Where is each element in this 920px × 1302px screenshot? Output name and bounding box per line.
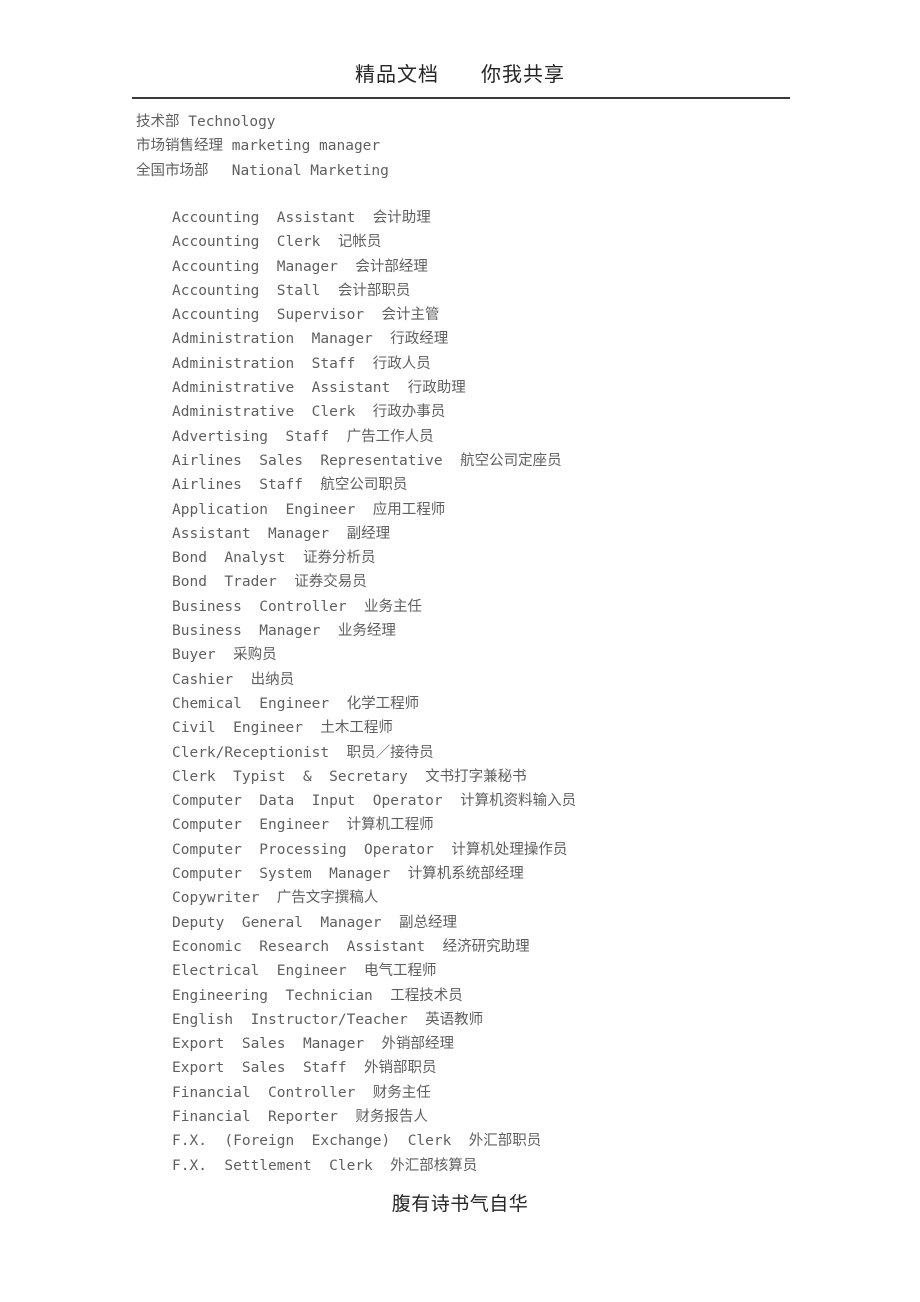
job-title-line: Administration Staff 行政人员 [172,355,431,372]
job-title-line: Export Sales Manager 外销部经理 [172,1036,455,1053]
page-footer: 腹有诗书气自华 [0,1192,920,1218]
job-title-line: Deputy General Manager 副总经理 [172,914,457,931]
job-title-line: Advertising Staff 广告工作人员 [172,428,434,445]
intro-line: 市场销售经理 marketing manager [136,138,381,155]
job-title-line: Copywriter 广告文字撰稿人 [172,890,379,907]
job-title-line: Business Manager 业务经理 [172,623,396,640]
header-divider [132,97,790,99]
header-title: 精品文档 你我共享 [355,64,565,86]
job-title-line: Engineering Technician 工程技术员 [172,987,463,1004]
job-title-line: Accounting Clerk 记帐员 [172,234,382,251]
job-title-line: Computer Data Input Operator 计算机资料输入员 [172,793,577,810]
job-title-line: F.X. Settlement Clerk 外汇部核算员 [172,1157,478,1174]
job-title-line: Financial Controller 财务主任 [172,1084,431,1101]
job-title-line: Bond Trader 证券交易员 [172,574,367,591]
job-title-line: Airlines Staff 航空公司职员 [172,477,408,494]
job-title-line: Accounting Manager 会计部经理 [172,258,428,275]
page-header: 精品文档 你我共享 [0,62,920,88]
footer-title: 腹有诗书气自华 [391,1194,529,1215]
job-title-line: Buyer 采购员 [172,647,277,664]
job-title-line: Civil Engineer 土木工程师 [172,720,393,737]
job-title-line: Assistant Manager 副经理 [172,525,391,542]
job-title-line: Computer System Manager 计算机系统部经理 [172,866,524,883]
job-title-line: Chemical Engineer 化学工程师 [172,695,420,712]
intro-block: 技术部 Technology 市场销售经理 marketing manager 全国… [136,110,836,183]
job-title-line: Administrative Clerk 行政办事员 [172,404,446,421]
job-title-line: Computer Engineer 计算机工程师 [172,817,434,834]
job-title-line: Cashier 出纳员 [172,671,295,688]
job-title-line: Electrical Engineer 电气工程师 [172,963,437,980]
job-title-line: Financial Reporter 财务报告人 [172,1108,428,1125]
job-title-line: Economic Research Assistant 经济研究助理 [172,938,530,955]
job-title-line: English Instructor/Teacher 英语教师 [172,1011,484,1028]
job-title-line: Administration Manager 行政经理 [172,331,449,348]
document-page: 精品文档 你我共享 技术部 Technology 市场销售经理 marketing… [0,0,920,1302]
job-title-line: Export Sales Staff 外销部职员 [172,1060,437,1077]
job-title-line: Application Engineer 应用工程师 [172,501,446,518]
job-title-line: F.X. (Foreign Exchange) Clerk 外汇部职员 [172,1133,542,1150]
job-title-line: Bond Analyst 证券分析员 [172,550,376,567]
intro-line: 全国市场部 National Marketing [136,162,389,179]
job-title-line: Administrative Assistant 行政助理 [172,380,466,397]
job-title-line: Clerk/Receptionist 职员／接待员 [172,744,434,761]
job-title-line: Clerk Typist & Secretary 文书打字兼秘书 [172,768,527,785]
intro-line: 技术部 Technology [136,114,276,130]
job-title-line: Accounting Assistant 会计助理 [172,210,431,226]
job-title-line: Computer Processing Operator 计算机处理操作员 [172,841,568,858]
job-title-line: Business Controller 业务主任 [172,598,423,615]
job-title-list: Accounting Assistant 会计助理 Accounting Cler… [172,206,872,1178]
job-title-line: Accounting Stall 会计部职员 [172,282,411,299]
job-title-line: Accounting Supervisor 会计主管 [172,307,440,324]
job-title-line: Airlines Sales Representative 航空公司定座员 [172,452,562,469]
